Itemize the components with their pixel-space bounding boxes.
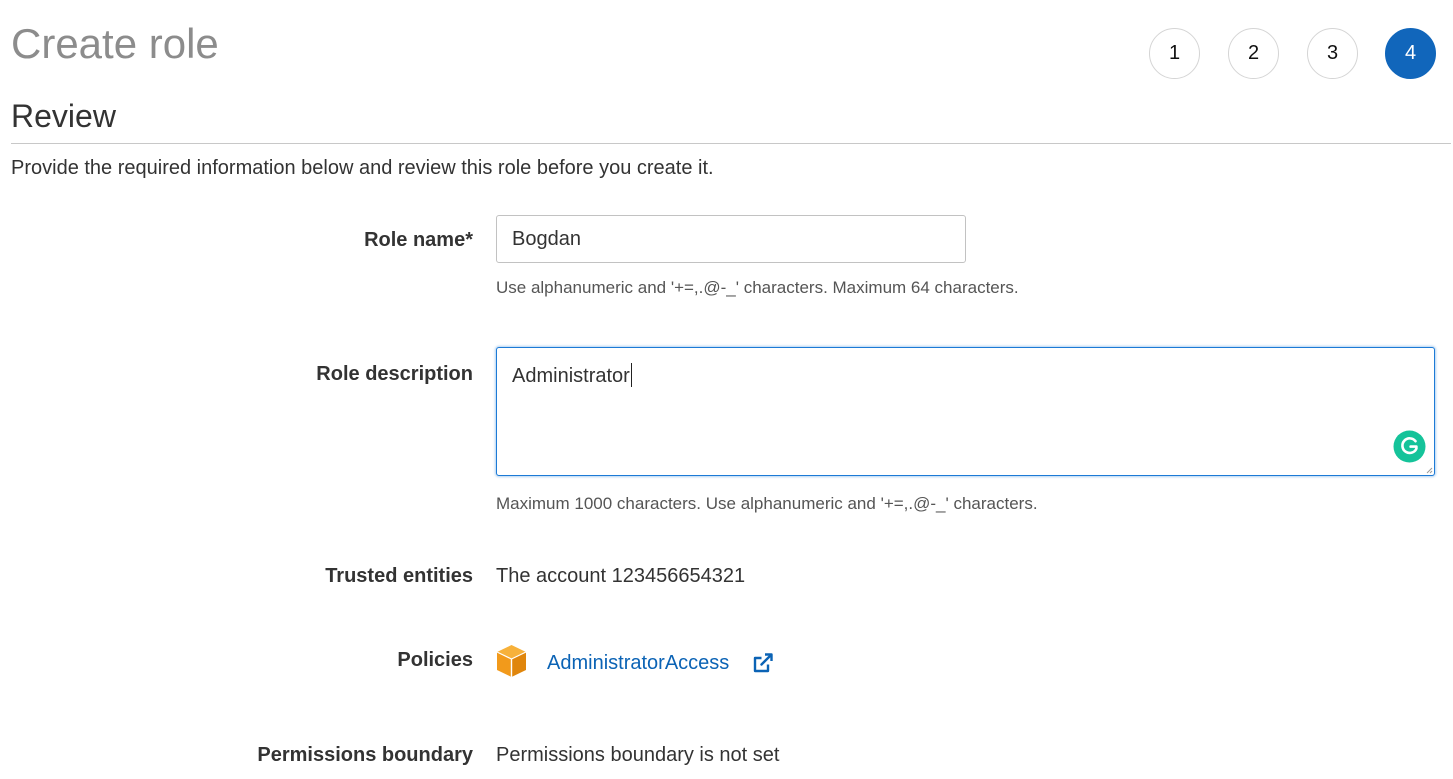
role-name-input[interactable]: Bogdan <box>496 215 966 263</box>
role-description-value: Administrator <box>512 365 630 387</box>
step-2[interactable]: 2 <box>1228 28 1279 79</box>
permissions-boundary-value: Permissions boundary is not set <box>496 744 780 766</box>
intro-text: Provide the required information below a… <box>11 157 714 179</box>
permissions-boundary-label: Permissions boundary <box>257 744 473 766</box>
create-role-page: Create role 1 2 3 4 Review Provide the r… <box>0 0 1453 779</box>
section-divider <box>11 143 1451 144</box>
role-name-hint: Use alphanumeric and '+=,.@-_' character… <box>496 278 1019 297</box>
role-name-value: Bogdan <box>512 227 581 250</box>
policies-label: Policies <box>397 649 473 671</box>
policy-link-administratoraccess[interactable]: AdministratorAccess <box>547 650 729 676</box>
wizard-steps: 1 2 3 4 <box>0 28 1453 82</box>
external-link-icon[interactable] <box>751 651 775 675</box>
role-description-textarea[interactable]: Administrator <box>496 347 1435 476</box>
role-description-hint: Maximum 1000 characters. Use alphanumeri… <box>496 494 1038 513</box>
step-3[interactable]: 3 <box>1307 28 1358 79</box>
trusted-entities-label: Trusted entities <box>325 565 473 587</box>
text-caret <box>630 363 632 387</box>
role-description-label: Role description <box>316 363 473 385</box>
step-1[interactable]: 1 <box>1149 28 1200 79</box>
aws-policy-box-icon <box>496 645 527 677</box>
trusted-entities-value: The account 123456654321 <box>496 565 746 587</box>
role-name-label: Role name* <box>364 229 473 251</box>
step-4-current: 4 <box>1385 28 1436 79</box>
grammarly-icon[interactable] <box>1393 430 1426 463</box>
section-title: Review <box>11 98 116 134</box>
resize-grip-icon[interactable] <box>1425 466 1433 474</box>
